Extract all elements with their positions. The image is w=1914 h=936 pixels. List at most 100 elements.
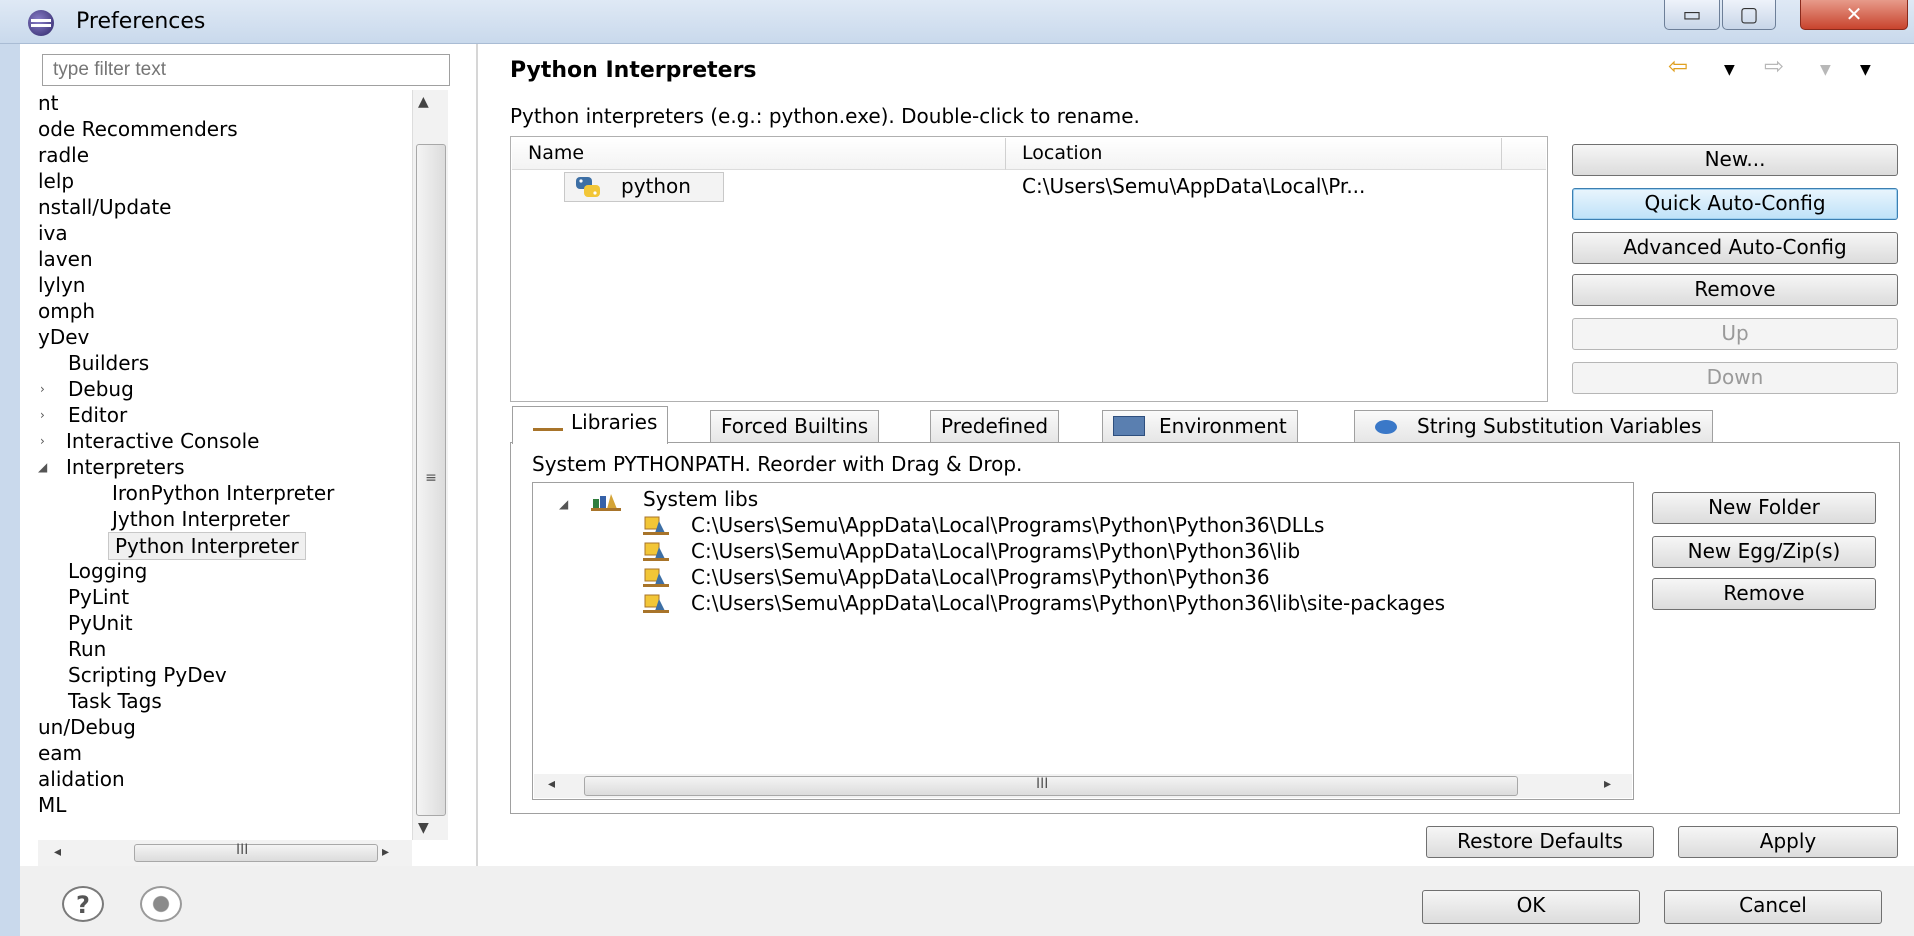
tree-item[interactable]: PyUnit bbox=[68, 610, 133, 636]
tree-item[interactable]: iva bbox=[38, 220, 68, 246]
tree-item[interactable]: Interactive Console bbox=[66, 428, 260, 454]
tab-string-substitution[interactable]: String Substitution Variables bbox=[1354, 410, 1713, 442]
minimize-button[interactable]: ▭ bbox=[1664, 0, 1720, 30]
variable-icon bbox=[1375, 420, 1397, 434]
tree-item[interactable]: PyLint bbox=[68, 584, 129, 610]
tree-item-selected[interactable]: Python Interpreter bbox=[108, 532, 306, 560]
new-folder-button[interactable]: New Folder bbox=[1652, 492, 1876, 524]
library-icon bbox=[533, 412, 563, 431]
scroll-thumb[interactable] bbox=[134, 844, 378, 862]
tree-item[interactable]: un/Debug bbox=[38, 714, 136, 740]
new-interpreter-button[interactable]: New... bbox=[1572, 144, 1898, 176]
tab-libraries[interactable]: Libraries bbox=[512, 406, 669, 444]
back-arrow-icon[interactable]: ⇦ bbox=[1668, 52, 1688, 80]
tree-item[interactable]: Run bbox=[68, 636, 106, 662]
tab-forced-builtins[interactable]: Forced Builtins bbox=[710, 410, 880, 442]
tab-predefined[interactable]: Predefined bbox=[930, 410, 1060, 442]
library-path[interactable]: C:\Users\Semu\AppData\Local\Programs\Pyt… bbox=[691, 591, 1631, 615]
library-path[interactable]: C:\Users\Semu\AppData\Local\Programs\Pyt… bbox=[691, 513, 1324, 537]
tab-label: Libraries bbox=[571, 410, 658, 434]
preferences-tree: nt ode Recommenders radle lelp nstall/Up… bbox=[38, 90, 412, 840]
tree-item[interactable]: ML bbox=[38, 792, 66, 818]
environment-icon bbox=[1113, 416, 1145, 436]
move-up-button[interactable]: Up bbox=[1572, 318, 1898, 350]
window-title: Preferences bbox=[76, 9, 206, 34]
library-root[interactable]: System libs bbox=[643, 487, 758, 511]
scroll-grip-icon: III bbox=[1036, 776, 1049, 792]
column-header-filler bbox=[1502, 138, 1546, 170]
collapse-arrow-icon[interactable]: ◢ bbox=[559, 497, 568, 511]
maximize-icon: ▢ bbox=[1739, 2, 1759, 26]
library-path[interactable]: C:\Users\Semu\AppData\Local\Programs\Pyt… bbox=[691, 565, 1270, 589]
tree-item[interactable]: IronPython Interpreter bbox=[112, 480, 334, 506]
tree-item[interactable]: radle bbox=[38, 142, 89, 168]
libraries-tree: ◢ System libs C:\Users\Semu\AppData\Loca… bbox=[532, 482, 1634, 800]
scroll-right-icon[interactable]: ▸ bbox=[382, 844, 389, 860]
minimize-icon: ▭ bbox=[1682, 2, 1702, 26]
ok-button[interactable]: OK bbox=[1422, 890, 1640, 924]
advanced-auto-config-button[interactable]: Advanced Auto-Config bbox=[1572, 232, 1898, 264]
restore-defaults-button[interactable]: Restore Defaults bbox=[1426, 826, 1654, 858]
library-path-icon bbox=[643, 542, 669, 561]
tree-item[interactable]: Task Tags bbox=[68, 688, 162, 714]
library-path[interactable]: C:\Users\Semu\AppData\Local\Programs\Pyt… bbox=[691, 539, 1300, 563]
tree-item[interactable]: Jython Interpreter bbox=[112, 506, 290, 532]
collapse-arrow-icon[interactable]: ◢ bbox=[38, 460, 47, 474]
new-egg-zip-button[interactable]: New Egg/Zip(s) bbox=[1652, 536, 1876, 568]
libraries-description: System PYTHONPATH. Reorder with Drag & D… bbox=[532, 452, 1023, 476]
tree-item-pydev[interactable]: yDev bbox=[38, 324, 89, 350]
tree-item[interactable]: nt bbox=[38, 90, 59, 116]
forward-arrow-icon: ⇨ bbox=[1764, 52, 1785, 80]
scroll-up-icon[interactable]: ▲ bbox=[418, 94, 429, 110]
tree-item[interactable]: alidation bbox=[38, 766, 125, 792]
cancel-button[interactable]: Cancel bbox=[1664, 890, 1882, 924]
expand-arrow-icon[interactable]: › bbox=[40, 382, 45, 396]
expand-arrow-icon[interactable]: › bbox=[40, 408, 45, 422]
tree-item[interactable]: nstall/Update bbox=[38, 194, 171, 220]
remove-library-button[interactable]: Remove bbox=[1652, 578, 1876, 610]
back-menu-chevron-icon[interactable]: ▼ bbox=[1724, 62, 1735, 78]
tree-item[interactable]: Logging bbox=[68, 558, 147, 584]
page-title: Python Interpreters bbox=[510, 58, 757, 83]
filter-input[interactable] bbox=[42, 54, 450, 86]
tab-label: Predefined bbox=[941, 414, 1049, 438]
tab-environment[interactable]: Environment bbox=[1102, 410, 1298, 442]
library-path-icon bbox=[643, 594, 669, 613]
tree-item[interactable]: Builders bbox=[68, 350, 149, 376]
view-menu-icon[interactable]: ▼ bbox=[1860, 62, 1871, 78]
move-down-button[interactable]: Down bbox=[1572, 362, 1898, 394]
scroll-left-icon[interactable]: ◂ bbox=[54, 844, 61, 860]
scroll-down-icon[interactable]: ▼ bbox=[418, 820, 429, 836]
tree-item[interactable]: omph bbox=[38, 298, 95, 324]
tree-item[interactable]: Scripting PyDev bbox=[68, 662, 227, 688]
close-icon: ✕ bbox=[1845, 2, 1863, 26]
library-path-icon bbox=[643, 568, 669, 587]
eclipse-icon bbox=[28, 10, 54, 36]
quick-auto-config-button[interactable]: Quick Auto-Config bbox=[1572, 188, 1898, 220]
tree-item[interactable]: lelp bbox=[38, 168, 74, 194]
interpreters-description: Python interpreters (e.g.: python.exe). … bbox=[510, 104, 1140, 128]
tree-item[interactable]: eam bbox=[38, 740, 82, 766]
tree-item[interactable]: Debug bbox=[68, 376, 134, 402]
maximize-button[interactable]: ▢ bbox=[1722, 0, 1776, 30]
tree-item[interactable]: ode Recommenders bbox=[38, 116, 238, 142]
scroll-right-icon[interactable]: ▸ bbox=[1604, 776, 1611, 792]
remove-interpreter-button[interactable]: Remove bbox=[1572, 274, 1898, 306]
tree-item[interactable]: Editor bbox=[68, 402, 127, 428]
expand-arrow-icon[interactable]: › bbox=[40, 434, 45, 448]
record-icon[interactable] bbox=[140, 886, 182, 922]
help-icon[interactable]: ? bbox=[62, 886, 104, 922]
tree-item-interpreters[interactable]: Interpreters bbox=[66, 454, 185, 480]
panel-divider[interactable] bbox=[476, 44, 478, 866]
scroll-grip-icon: ≡ bbox=[425, 470, 437, 486]
window-border bbox=[0, 44, 20, 936]
close-button[interactable]: ✕ bbox=[1800, 0, 1908, 30]
interpreter-location-cell[interactable]: C:\Users\Semu\AppData\Local\Pr... bbox=[1022, 174, 1365, 198]
scroll-left-icon[interactable]: ◂ bbox=[548, 776, 555, 792]
column-header-name[interactable]: Name bbox=[512, 138, 1006, 170]
tree-item[interactable]: laven bbox=[38, 246, 93, 272]
scroll-thumb[interactable] bbox=[584, 776, 1518, 796]
column-header-location[interactable]: Location bbox=[1006, 138, 1502, 170]
apply-button[interactable]: Apply bbox=[1678, 826, 1898, 858]
tree-item[interactable]: lylyn bbox=[38, 272, 85, 298]
